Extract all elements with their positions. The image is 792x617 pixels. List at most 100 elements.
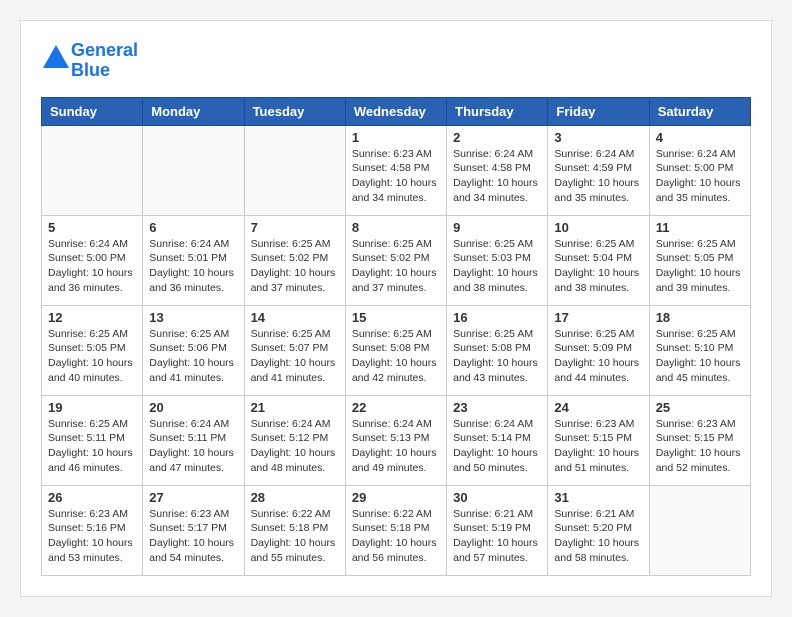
day-info: Sunrise: 6:23 AM Sunset: 5:15 PM Dayligh… — [656, 417, 744, 476]
calendar-cell: 22 Sunrise: 6:24 AM Sunset: 5:13 PM Dayli… — [345, 395, 446, 485]
logo-text: General Blue — [71, 41, 138, 81]
day-info: Sunrise: 6:23 AM Sunset: 5:17 PM Dayligh… — [149, 507, 237, 566]
day-info: Sunrise: 6:25 AM Sunset: 5:02 PM Dayligh… — [352, 237, 440, 296]
day-info: Sunrise: 6:25 AM Sunset: 5:06 PM Dayligh… — [149, 327, 237, 386]
day-number: 3 — [554, 130, 642, 145]
day-info: Sunrise: 6:23 AM Sunset: 4:58 PM Dayligh… — [352, 147, 440, 206]
calendar-cell: 26 Sunrise: 6:23 AM Sunset: 5:16 PM Dayli… — [42, 485, 143, 575]
day-number: 13 — [149, 310, 237, 325]
week-row-5: 26 Sunrise: 6:23 AM Sunset: 5:16 PM Dayli… — [42, 485, 751, 575]
week-row-3: 12Sunrise: 6:25 AM Sunset: 5:05 PM Dayli… — [42, 305, 751, 395]
day-number: 22 — [352, 400, 440, 415]
calendar-cell: 5 Sunrise: 6:24 AM Sunset: 5:00 PM Daylig… — [42, 215, 143, 305]
calendar-cell: 29Sunrise: 6:22 AM Sunset: 5:18 PM Dayli… — [345, 485, 446, 575]
day-info: Sunrise: 6:25 AM Sunset: 5:08 PM Dayligh… — [352, 327, 440, 386]
day-info: Sunrise: 6:25 AM Sunset: 5:05 PM Dayligh… — [656, 237, 744, 296]
calendar-cell: 13 Sunrise: 6:25 AM Sunset: 5:06 PM Dayli… — [143, 305, 244, 395]
week-row-1: 1 Sunrise: 6:23 AM Sunset: 4:58 PM Daylig… — [42, 125, 751, 215]
day-number: 30 — [453, 490, 541, 505]
calendar-cell: 27 Sunrise: 6:23 AM Sunset: 5:17 PM Dayli… — [143, 485, 244, 575]
day-info: Sunrise: 6:24 AM Sunset: 5:13 PM Dayligh… — [352, 417, 440, 476]
logo: General Blue — [41, 41, 138, 81]
day-info: Sunrise: 6:24 AM Sunset: 5:01 PM Dayligh… — [149, 237, 237, 296]
week-row-2: 5 Sunrise: 6:24 AM Sunset: 5:00 PM Daylig… — [42, 215, 751, 305]
day-number: 15 — [352, 310, 440, 325]
calendar-cell: 23 Sunrise: 6:24 AM Sunset: 5:14 PM Dayli… — [447, 395, 548, 485]
calendar-cell: 30Sunrise: 6:21 AM Sunset: 5:19 PM Dayli… — [447, 485, 548, 575]
day-number: 28 — [251, 490, 339, 505]
calendar-cell: 18 Sunrise: 6:25 AM Sunset: 5:10 PM Dayli… — [649, 305, 750, 395]
day-number: 12 — [48, 310, 136, 325]
day-number: 14 — [251, 310, 339, 325]
day-info: Sunrise: 6:24 AM Sunset: 5:00 PM Dayligh… — [48, 237, 136, 296]
weekday-header-row: SundayMondayTuesdayWednesdayThursdayFrid… — [42, 97, 751, 125]
weekday-header-wednesday: Wednesday — [345, 97, 446, 125]
logo-icon — [41, 43, 71, 73]
day-number: 24 — [554, 400, 642, 415]
calendar-cell: 16Sunrise: 6:25 AM Sunset: 5:08 PM Dayli… — [447, 305, 548, 395]
calendar-cell: 6 Sunrise: 6:24 AM Sunset: 5:01 PM Daylig… — [143, 215, 244, 305]
calendar-cell: 21 Sunrise: 6:24 AM Sunset: 5:12 PM Dayli… — [244, 395, 345, 485]
day-number: 1 — [352, 130, 440, 145]
day-number: 2 — [453, 130, 541, 145]
day-info: Sunrise: 6:25 AM Sunset: 5:04 PM Dayligh… — [554, 237, 642, 296]
day-info: Sunrise: 6:25 AM Sunset: 5:07 PM Dayligh… — [251, 327, 339, 386]
calendar-cell: 11Sunrise: 6:25 AM Sunset: 5:05 PM Dayli… — [649, 215, 750, 305]
week-row-4: 19 Sunrise: 6:25 AM Sunset: 5:11 PM Dayli… — [42, 395, 751, 485]
day-info: Sunrise: 6:24 AM Sunset: 4:59 PM Dayligh… — [554, 147, 642, 206]
calendar-cell: 2Sunrise: 6:24 AM Sunset: 4:58 PM Daylig… — [447, 125, 548, 215]
calendar-cell: 9Sunrise: 6:25 AM Sunset: 5:03 PM Daylig… — [447, 215, 548, 305]
day-info: Sunrise: 6:24 AM Sunset: 5:14 PM Dayligh… — [453, 417, 541, 476]
calendar-cell: 25Sunrise: 6:23 AM Sunset: 5:15 PM Dayli… — [649, 395, 750, 485]
day-number: 31 — [554, 490, 642, 505]
day-number: 20 — [149, 400, 237, 415]
day-info: Sunrise: 6:25 AM Sunset: 5:10 PM Dayligh… — [656, 327, 744, 386]
calendar-cell: 28 Sunrise: 6:22 AM Sunset: 5:18 PM Dayli… — [244, 485, 345, 575]
calendar-cell: 31 Sunrise: 6:21 AM Sunset: 5:20 PM Dayli… — [548, 485, 649, 575]
day-info: Sunrise: 6:22 AM Sunset: 5:18 PM Dayligh… — [352, 507, 440, 566]
day-number: 21 — [251, 400, 339, 415]
weekday-header-tuesday: Tuesday — [244, 97, 345, 125]
day-number: 19 — [48, 400, 136, 415]
day-info: Sunrise: 6:23 AM Sunset: 5:16 PM Dayligh… — [48, 507, 136, 566]
day-number: 4 — [656, 130, 744, 145]
calendar-cell: 7 Sunrise: 6:25 AM Sunset: 5:02 PM Daylig… — [244, 215, 345, 305]
day-info: Sunrise: 6:24 AM Sunset: 5:12 PM Dayligh… — [251, 417, 339, 476]
calendar-cell: 1 Sunrise: 6:23 AM Sunset: 4:58 PM Daylig… — [345, 125, 446, 215]
calendar-container: General Blue SundayMondayTuesdayWednesda… — [20, 20, 772, 597]
weekday-header-friday: Friday — [548, 97, 649, 125]
day-number: 6 — [149, 220, 237, 235]
calendar-cell: 15 Sunrise: 6:25 AM Sunset: 5:08 PM Dayli… — [345, 305, 446, 395]
calendar-cell: 8 Sunrise: 6:25 AM Sunset: 5:02 PM Daylig… — [345, 215, 446, 305]
day-info: Sunrise: 6:25 AM Sunset: 5:02 PM Dayligh… — [251, 237, 339, 296]
day-info: Sunrise: 6:22 AM Sunset: 5:18 PM Dayligh… — [251, 507, 339, 566]
day-number: 26 — [48, 490, 136, 505]
day-info: Sunrise: 6:25 AM Sunset: 5:08 PM Dayligh… — [453, 327, 541, 386]
calendar-cell — [244, 125, 345, 215]
day-number: 17 — [554, 310, 642, 325]
day-info: Sunrise: 6:23 AM Sunset: 5:15 PM Dayligh… — [554, 417, 642, 476]
day-info: Sunrise: 6:25 AM Sunset: 5:09 PM Dayligh… — [554, 327, 642, 386]
weekday-header-saturday: Saturday — [649, 97, 750, 125]
calendar-cell — [649, 485, 750, 575]
day-info: Sunrise: 6:21 AM Sunset: 5:20 PM Dayligh… — [554, 507, 642, 566]
day-number: 23 — [453, 400, 541, 415]
calendar-cell: 20Sunrise: 6:24 AM Sunset: 5:11 PM Dayli… — [143, 395, 244, 485]
calendar-table: SundayMondayTuesdayWednesdayThursdayFrid… — [41, 97, 751, 576]
day-number: 18 — [656, 310, 744, 325]
weekday-header-sunday: Sunday — [42, 97, 143, 125]
calendar-cell: 24 Sunrise: 6:23 AM Sunset: 5:15 PM Dayli… — [548, 395, 649, 485]
day-number: 27 — [149, 490, 237, 505]
day-number: 9 — [453, 220, 541, 235]
weekday-header-monday: Monday — [143, 97, 244, 125]
day-info: Sunrise: 6:25 AM Sunset: 5:11 PM Dayligh… — [48, 417, 136, 476]
day-number: 8 — [352, 220, 440, 235]
weekday-header-thursday: Thursday — [447, 97, 548, 125]
calendar-cell: 4 Sunrise: 6:24 AM Sunset: 5:00 PM Daylig… — [649, 125, 750, 215]
day-info: Sunrise: 6:24 AM Sunset: 5:00 PM Dayligh… — [656, 147, 744, 206]
day-number: 10 — [554, 220, 642, 235]
calendar-cell — [143, 125, 244, 215]
day-number: 5 — [48, 220, 136, 235]
day-number: 7 — [251, 220, 339, 235]
calendar-cell: 14 Sunrise: 6:25 AM Sunset: 5:07 PM Dayli… — [244, 305, 345, 395]
